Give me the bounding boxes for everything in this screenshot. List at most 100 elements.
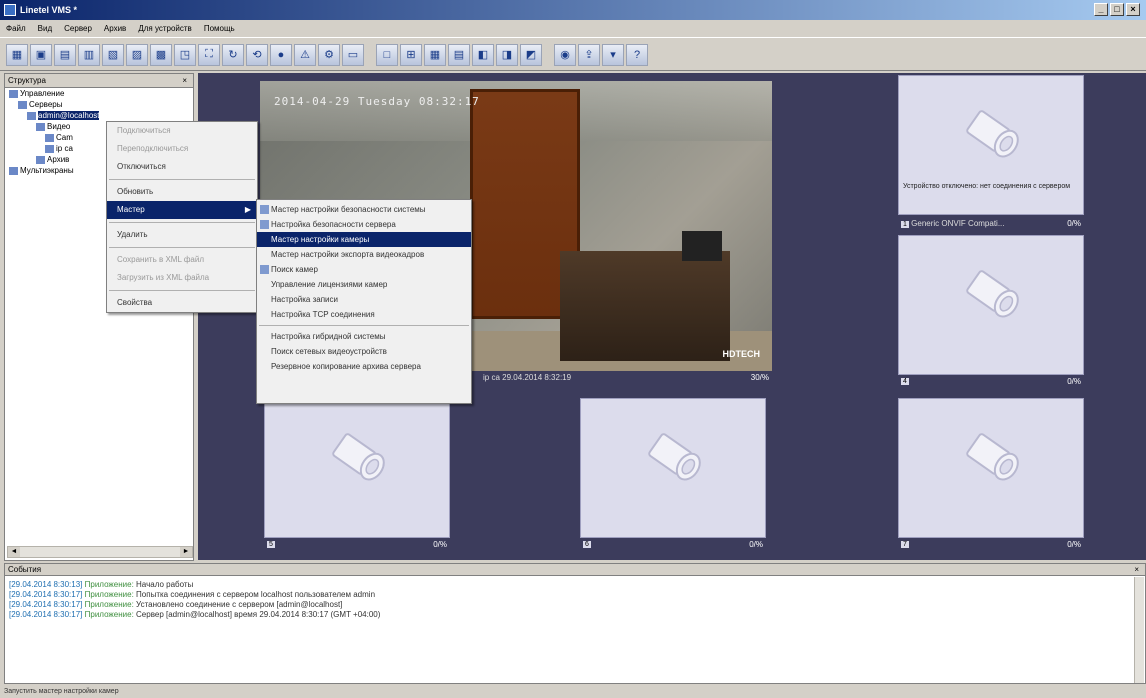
events-panel-title: События — [8, 565, 42, 574]
context-menu-item-label: Отключиться — [117, 162, 166, 171]
menu-help[interactable]: Помощь — [204, 24, 235, 33]
toolbar: ▦ ▣ ▤ ▥ ▧ ▨ ▩ ◳ ⛶ ↻ ⟲ ● ⚠ ⚙ ▭ □ ⊞ ▦ ▤ ◧ ◨ ◩ ◉ ⇪ ▾? — [0, 39, 1146, 71]
submenu-item-label: Мастер настройки камеры — [271, 235, 370, 244]
context-menu-item-label: Обновить — [117, 187, 154, 196]
submenu-item[interactable]: Мастер настройки камеры — [257, 232, 471, 247]
camera-tile-6[interactable] — [580, 398, 766, 538]
grid-3-icon[interactable]: ▧ — [102, 43, 124, 66]
camera-tile-5-fps: 0/% — [433, 539, 447, 549]
close-icon[interactable]: × — [1134, 565, 1139, 574]
context-menu-item-label: Загрузить из XML файла — [117, 273, 210, 282]
tree-item[interactable]: admin@localhost — [5, 110, 193, 121]
wizard-icon — [260, 205, 269, 214]
save-icon[interactable]: ▣ — [30, 43, 52, 66]
tree-item-label: Архив — [47, 155, 70, 164]
submenu-item[interactable]: Мастер настройки безопасности системы — [257, 202, 471, 217]
menu-separator — [109, 222, 255, 223]
grid-2-icon[interactable]: ▥ — [78, 43, 100, 66]
event-line: [29.04.2014 8:30:17] Приложение: Сервер … — [5, 610, 1145, 620]
camera-tile-4-fps: 0/% — [1067, 376, 1081, 386]
camera-tile-4[interactable] — [898, 235, 1084, 375]
horizontal-scrollbar[interactable]: ◄ ► — [7, 546, 193, 558]
video-desk — [560, 251, 730, 361]
context-menu-item-label: Переподключиться — [117, 144, 189, 153]
tree-node-icon — [9, 89, 18, 98]
context-menu-item[interactable]: Удалить — [107, 226, 257, 244]
camera-tile-7-number: 7 — [901, 540, 909, 548]
fullscreen-icon[interactable]: ⛶ — [198, 43, 220, 66]
context-menu-item[interactable]: Обновить — [107, 183, 257, 201]
context-menu-item: Подключиться — [107, 122, 257, 140]
layout-2x2-icon[interactable]: ⊞ — [400, 43, 422, 66]
camera-icon — [951, 94, 1031, 176]
close-icon[interactable]: × — [182, 76, 187, 85]
submenu-item-label: Поиск сетевых видеоустройств — [271, 347, 387, 356]
menu-archive[interactable]: Архив — [104, 24, 126, 33]
camera-icon — [951, 417, 1031, 499]
scroll-right-icon[interactable]: ► — [180, 547, 192, 557]
layout-icon[interactable]: ▦ — [6, 43, 28, 66]
help-icon[interactable]: ? — [626, 43, 648, 66]
layout-1p7-icon[interactable]: ◨ — [496, 43, 518, 66]
event-line: [29.04.2014 8:30:13] Приложение: Начало … — [5, 580, 1145, 590]
context-menu-item-label: Удалить — [117, 230, 148, 239]
context-menu-item[interactable]: Свойства — [107, 294, 257, 312]
grid-6-icon[interactable]: ◳ — [174, 43, 196, 66]
tree-item[interactable]: Управление — [5, 88, 193, 99]
submenu-item[interactable]: Управление лицензиями камер — [257, 277, 471, 292]
vertical-scrollbar[interactable] — [1134, 577, 1144, 683]
submenu-item[interactable]: Поиск сетевых видеоустройств — [257, 344, 471, 359]
snapshot-icon[interactable]: ◉ — [554, 43, 576, 66]
ptz-icon[interactable]: ↻ — [222, 43, 244, 66]
submenu-item[interactable]: Настройка TCP соединения — [257, 307, 471, 322]
close-button[interactable]: × — [1126, 3, 1140, 16]
submenu-item[interactable]: Поиск камер — [257, 262, 471, 277]
menu-file[interactable]: Файл — [6, 24, 26, 33]
rotate-icon[interactable]: ⟲ — [246, 43, 268, 66]
menubar: Файл Вид Сервер Архив Для устройств Помо… — [0, 20, 1146, 38]
context-menu-item[interactable]: Мастер ▶ — [107, 201, 257, 219]
record-icon[interactable]: ● — [270, 43, 292, 66]
archive-icon[interactable]: ▾ — [602, 43, 624, 66]
camera-tile-1[interactable]: Устройство отключено: нет соединения с с… — [898, 75, 1084, 215]
window-titlebar: Linetel VMS * _ □ × — [0, 0, 1146, 20]
submenu-item[interactable]: Настройка гибридной системы — [257, 329, 471, 344]
camera-tile-6-number: 6 — [583, 540, 591, 548]
camera-tile-5-number: 5 — [267, 540, 275, 548]
export-icon[interactable]: ⇪ — [578, 43, 600, 66]
camera-tile-1-fps: 0/% — [1067, 218, 1081, 228]
submenu-item[interactable]: Настройка безопасности сервера — [257, 217, 471, 232]
minimize-button[interactable]: _ — [1094, 3, 1108, 16]
layout-3x3-icon[interactable]: ▦ — [424, 43, 446, 66]
submenu-item-label: Поиск камер — [271, 265, 318, 274]
context-menu-item: Сохранить в XML файл — [107, 251, 257, 269]
grid-1-icon[interactable]: ▤ — [54, 43, 76, 66]
layout-1p5-icon[interactable]: ◧ — [472, 43, 494, 66]
settings-icon[interactable]: ⚙ — [318, 43, 340, 66]
context-menu-item[interactable]: Отключиться — [107, 158, 257, 176]
menu-view[interactable]: Вид — [38, 24, 52, 33]
camera-tile-5[interactable] — [264, 398, 450, 538]
menu-server[interactable]: Сервер — [64, 24, 92, 33]
maximize-button[interactable]: □ — [1110, 3, 1124, 16]
monitor-icon[interactable]: ▭ — [342, 43, 364, 66]
submenu-item-label: Мастер настройки экспорта видеокадров — [271, 250, 425, 259]
layout-4x4-icon[interactable]: ▤ — [448, 43, 470, 66]
submenu-item[interactable]: Настройка записи — [257, 292, 471, 307]
camera-tile-7[interactable] — [898, 398, 1084, 538]
structure-panel-title: Структура — [8, 76, 46, 85]
layout-1x1-icon[interactable]: □ — [376, 43, 398, 66]
submenu-item-label: Управление лицензиями камер — [271, 280, 388, 289]
submenu-item[interactable]: Мастер настройки экспорта видеокадров — [257, 247, 471, 262]
tree-item[interactable]: Серверы — [5, 99, 193, 110]
app-icon — [4, 4, 16, 16]
scroll-left-icon[interactable]: ◄ — [8, 547, 20, 557]
grid-5-icon[interactable]: ▩ — [150, 43, 172, 66]
tree-node-icon — [36, 122, 45, 131]
layout-1p12-icon[interactable]: ◩ — [520, 43, 542, 66]
menu-devices[interactable]: Для устройств — [138, 24, 192, 33]
context-menu-item-label: Мастер — [117, 205, 145, 214]
submenu-item[interactable]: Резервное копирование архива сервера — [257, 359, 471, 374]
grid-4-icon[interactable]: ▨ — [126, 43, 148, 66]
alarm-icon[interactable]: ⚠ — [294, 43, 316, 66]
